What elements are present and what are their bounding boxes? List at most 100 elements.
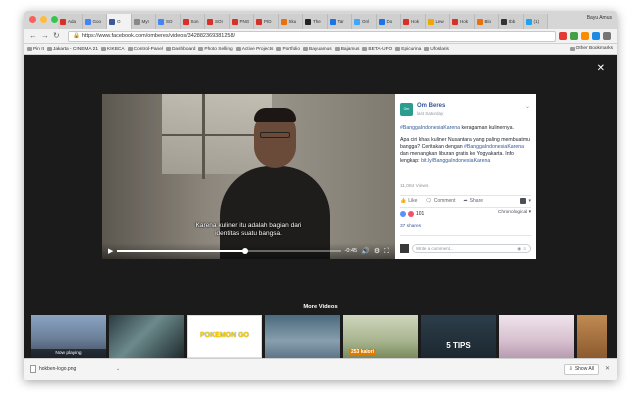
page-avatar[interactable]: Om Beres [400,103,413,124]
close-icon[interactable]: ✕ [597,64,605,74]
browser-tab[interactable]: Ada [58,14,83,29]
browser-tab[interactable]: Lew [425,14,450,29]
post-date[interactable]: last Saturday [417,111,443,116]
maximize-window-button[interactable] [51,16,58,23]
favicon-icon [280,18,287,25]
profile-name[interactable]: Bayu Amus [587,15,612,21]
menu-icon[interactable] [603,32,611,40]
bookmarks-bar: Pin It Jakarta - CINEMA 21 KIKBCA Control-P… [24,44,617,55]
minimize-window-button[interactable] [40,16,47,23]
camera-icon[interactable]: ◉ ☺ [517,245,527,252]
back-icon[interactable]: ← [29,32,37,40]
forward-icon[interactable]: → [41,32,49,40]
bookmark-item[interactable]: Portfolio [276,47,300,52]
browser-tab[interactable]: tbb [499,14,524,29]
browser-tab[interactable]: Goo [82,14,107,29]
chevron-down-icon[interactable]: ⌄ [116,366,120,372]
browser-tab[interactable]: PID [254,14,279,29]
browser-tab[interactable]: SO [156,14,181,29]
fullscreen-icon[interactable]: ⛶ [384,248,389,255]
like-button[interactable]: 👍 Like [400,198,417,204]
settings-icon[interactable]: ⚙ [374,248,380,255]
volume-icon[interactable]: 🔊 [361,248,370,255]
video-thumbnail[interactable] [499,315,574,358]
address-bar[interactable]: 🔒 https://www.facebook.com/omberes/videos… [68,31,556,42]
browser-tab[interactable]: Hok [401,14,426,29]
share-button[interactable]: ➦ Share [463,198,483,204]
bookmark-item[interactable]: Jakarta - CINEMA 21 [46,47,98,52]
browser-tab[interactable]: MyI [131,14,156,29]
show-all-downloads-button[interactable]: ⇩ Show All [563,364,599,375]
browser-tab[interactable]: Tar [327,14,352,29]
love-reaction-icon[interactable] [408,210,414,217]
folder-icon [303,47,309,51]
play-icon[interactable]: ▶ [108,248,113,255]
bookmark-item[interactable]: Dashboard [165,47,195,52]
video-thumbnail[interactable] [577,315,607,358]
favicon-icon [354,18,360,25]
comment-icon: 🗨 [425,198,432,204]
bookmark-item[interactable]: Epicurina [395,47,421,52]
share-count[interactable]: 37 shares [400,224,421,229]
reload-icon[interactable]: ↻ [53,32,60,40]
extension-icon[interactable] [592,32,600,40]
favicon-icon [109,18,115,25]
bookmark-icon [46,47,52,51]
video-thumbnail[interactable]: 253 kalori [343,315,418,358]
browser-tab[interactable]: Sku [278,14,303,29]
bookmark-item[interactable]: Photo Selling [198,47,233,52]
comment-sort-dropdown[interactable]: Chronological ▾ [498,210,531,215]
extension-icon[interactable] [581,32,589,40]
hashtag-link[interactable]: #BanggaIndonesiaKarena [464,144,524,150]
folder-icon [127,47,133,51]
comment-button[interactable]: 🗨 Comment [425,198,455,204]
download-item[interactable]: hokben-logo.png [30,365,76,373]
close-icon[interactable]: ✕ [605,365,610,372]
hashtag-link[interactable]: #BanggaIndonesiaKarena [400,125,460,131]
bookmark-item[interactable]: Bayuamus [303,47,332,52]
video-thumbnail[interactable]: POKEMON GO [187,315,262,358]
tab-label: PNG [239,19,250,24]
favicon-icon [256,18,262,25]
video-thumbnail[interactable] [109,315,184,358]
bookmark-item[interactable]: Pin It [27,47,44,52]
browser-tab[interactable]: The [303,14,328,29]
extension-icon[interactable] [559,32,567,40]
tab-label: PID [264,19,272,24]
browser-tab[interactable]: SOI [205,14,230,29]
progress-handle[interactable] [241,248,248,254]
bookmark-item[interactable]: Control-Panel [127,47,163,52]
video-thumbnail[interactable] [265,315,340,358]
video-progress-bar[interactable] [117,248,341,254]
browser-tab[interactable]: Hok [450,14,475,29]
page-name[interactable]: Om Beres [417,103,445,109]
other-bookmarks[interactable]: Other Bookmarks [569,46,613,51]
bookmark-item[interactable]: Ufoslaris [424,47,449,52]
video-thumbnail[interactable]: Now playing [31,315,106,358]
browser-tab[interactable]: Blo [474,14,499,29]
bookmark-item[interactable]: Active Projects [235,47,273,52]
browser-tab[interactable]: O [107,14,132,29]
video-thumbnail[interactable]: 5 TIPS [421,315,496,358]
chevron-down-icon[interactable]: ⌄ [525,103,530,110]
bookmark-item[interactable]: KIKBCA [101,47,125,52]
browser-tab[interactable]: PNG [229,14,254,29]
view-count: 11,084 Views [400,184,429,189]
browser-tab[interactable]: Do [376,14,401,29]
reaction-count[interactable]: 101 [416,211,424,217]
browser-tab[interactable]: Onl [352,14,377,29]
close-window-button[interactable] [29,16,36,23]
like-reaction-icon[interactable] [400,210,406,217]
info-link[interactable]: bit.ly/BanggaIndonesiaKarena [421,158,490,164]
browser-tab[interactable]: (1) [523,14,548,29]
folder-icon [334,47,340,51]
bookmark-item[interactable]: Bajamus [334,47,359,52]
tab-label: Hok [460,19,469,24]
bookmark-item[interactable]: BETA-UFO [362,47,392,52]
extension-icon[interactable] [570,32,578,40]
facebook-video-theater: ✕ Karena kuliner itu adalah bagian dari … [24,55,617,358]
comment-input[interactable]: Write a comment... ◉ ☺ [412,243,531,253]
post-as-selector[interactable]: ▾ [520,198,531,204]
browser-tab[interactable]: Son [180,14,205,29]
video-player[interactable]: Karena kuliner itu adalah bagian dari id… [102,94,395,259]
